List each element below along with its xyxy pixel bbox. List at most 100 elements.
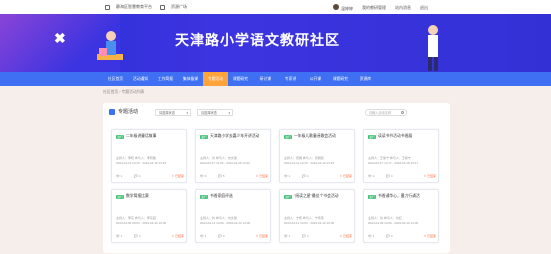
- main-nav: 社区首页 活动通知 工作简报 集体备课 专题活动 课题研究 研讨课 专家讲 公开课 课题研究 资源库: [0, 72, 551, 86]
- nav-item[interactable]: 活动通知: [128, 72, 153, 86]
- comments-count: 💬 4: [218, 234, 225, 238]
- nav-item[interactable]: 课题研究: [228, 72, 253, 86]
- views-count: 👁 1: [116, 234, 123, 238]
- nav-items: 社区首页 活动通知 工作简报 集体备课 专题活动 课题研究 研讨课 专家讲 公开课 课题研究 资源库: [103, 72, 378, 86]
- type-filter-value: 请选择状态: [201, 111, 217, 115]
- status-value: 已结束: [426, 234, 436, 238]
- card-footer: 👁 1 💬 4 ⏱ 已结束: [116, 234, 184, 238]
- platform-link[interactable]: 静海区智慧教育平台: [116, 4, 152, 10]
- panel-header: 专题活动: [109, 108, 138, 115]
- status-value: 已结束: [174, 234, 184, 238]
- views-count: 👁 1: [368, 174, 375, 178]
- activity-card[interactable]: 进行 书香诵华心，墨力行诵活主持人：刘 参与人：刘红 2024-04-09 14:0…: [363, 189, 439, 243]
- comments-count: 💬 4: [386, 234, 393, 238]
- status-text: ⏱ 已结束: [171, 234, 184, 238]
- top-bar-left: 静海区智慧教育平台 资源广场: [105, 4, 187, 10]
- home-icon[interactable]: [105, 4, 110, 10]
- card-footer: 👁 1 💬 4 ⏱ 已结束: [116, 174, 184, 178]
- activity-card[interactable]: 进行 读读书节活动书香展主持人：王紫宁 参与人：王紫宁 2024-04-17 10:…: [363, 129, 439, 183]
- comments-count: 💬 4: [386, 174, 393, 178]
- resource-square-link[interactable]: 资源广场: [171, 4, 187, 10]
- banner: ✖ 天津路小学语文教研社区: [0, 14, 551, 72]
- card-date: 2024-04-17 10:17 - 2024-04-18 10:17: [368, 161, 419, 165]
- card-title[interactable]: 天津路小学去嘉少年开讲活动: [210, 134, 268, 139]
- nav-item[interactable]: 集体备课: [178, 72, 203, 86]
- card-footer: 👁 6 💬 5 ⏱ 已结束: [200, 174, 268, 178]
- status-badge: 进行: [368, 135, 377, 139]
- nav-item[interactable]: 课题研究: [328, 72, 353, 86]
- exit-link[interactable]: 退出: [420, 5, 428, 11]
- card-title[interactable]: 一年级儿歌童谣歌会活动: [294, 134, 352, 139]
- card-title[interactable]: 书香诵华心，墨力行诵活: [378, 194, 436, 199]
- status-badge: 进行: [284, 195, 293, 199]
- card-footer: 👁 1 💬 4 ⏱ 已结束: [368, 174, 436, 178]
- card-title[interactable]: 书香家庭评选: [210, 194, 268, 199]
- card-date: 2024-04-17 11:26 - 2024-04-26 13:43: [200, 161, 250, 165]
- card-participants: 主持人：宁伟 参与人：宁伟伟: [284, 216, 324, 220]
- search-icon[interactable]: [401, 111, 404, 114]
- activity-card[interactable]: 进行 数学简报比赛 主持人：李东 参与人：李东园 2024-04-06 09:00 -…: [111, 189, 187, 243]
- status-badge: 进行: [368, 195, 377, 199]
- card-title[interactable]: 读读书节活动书香展: [378, 134, 436, 139]
- nav-item[interactable]: 专题活动: [203, 72, 228, 86]
- status-text: ⏱ 已结束: [339, 234, 352, 238]
- top-bar: 静海区智慧教育平台 资源广场 温婷婷 我的教研管理 站内消息 退出: [0, 0, 551, 14]
- breadcrumb: 社区首页 › 专题活动列表: [103, 90, 145, 94]
- status-badge: 进行: [116, 195, 125, 199]
- status-value: 已结束: [426, 174, 436, 178]
- activity-card[interactable]: 进行 二年级讲童话故事 主持人：李晓 参与人：李晓敏 2024-04-12 23:43…: [111, 129, 187, 183]
- nav-item[interactable]: 社区首页: [103, 72, 128, 86]
- views-value: 1: [204, 234, 207, 238]
- card-participants: 主持人：贾娟 参与人：贾娟凯: [284, 156, 324, 160]
- comments-value: 4: [390, 174, 393, 178]
- activity-card[interactable]: 进行 一年级儿歌童谣歌会活动主持人：贾娟 参与人：贾娟凯 2024-04-12 12…: [279, 129, 355, 183]
- search-placeholder: 请输入活动名称: [369, 111, 392, 115]
- comments-value: 4: [390, 234, 393, 238]
- status-badge: 进行: [116, 135, 125, 139]
- status-value: 已结束: [342, 174, 352, 178]
- status-filter[interactable]: 请选择状态 ▾: [155, 109, 191, 116]
- card-date: 2024-04-09 14:00 - 2024-04-10 14:00: [368, 221, 419, 225]
- card-participants: 主持人：王紫宁 参与人：王紫宁: [368, 156, 411, 160]
- user-name: 温婷婷: [341, 6, 353, 11]
- card-footer: 👁 1 💬 4 ⏱ 已结束: [284, 174, 352, 178]
- messages-link[interactable]: 站内消息: [395, 5, 411, 11]
- chevron-down-icon: ▾: [228, 111, 230, 115]
- top-bar-right: 温婷婷 我的教研管理 站内消息 退出: [333, 4, 428, 12]
- activity-card[interactable]: 进行 "阅读之星"最佳个书会活动 主持人：宁伟 参与人：宁伟伟 2024-04-12 …: [279, 189, 355, 243]
- card-title[interactable]: 数学简报比赛: [126, 194, 184, 199]
- comments-count: 💬 4: [134, 174, 141, 178]
- search-input[interactable]: 请输入活动名称: [365, 109, 407, 116]
- card-participants: 主持人：刘 参与人：刘红: [368, 216, 402, 220]
- status-text: ⏱ 已结束: [423, 174, 436, 178]
- status-text: ⏱ 已结束: [339, 174, 352, 178]
- card-participants: 主持人：刘 参与人：刘文丽: [200, 156, 237, 160]
- student-illustration-icon: [97, 31, 123, 60]
- my-studio-link[interactable]: 我的教研管理: [362, 5, 386, 11]
- status-badge: 进行: [284, 135, 293, 139]
- card-title[interactable]: 二年级讲童话故事: [126, 134, 184, 139]
- card-footer: 👁 1 💬 4 ⏱ 已结束: [284, 234, 352, 238]
- status-value: 已结束: [342, 234, 352, 238]
- card-date: 2024-04-12 23:43 - 2024-04-18 13:43: [116, 161, 167, 165]
- views-value: 1: [120, 234, 123, 238]
- grid-icon[interactable]: [160, 4, 165, 10]
- comments-value: 4: [138, 174, 141, 178]
- activity-panel: 专题活动 请选择状态 ▾ 请选择状态 ▾ 请输入活动名称 进行 二年级讲童话故事 主持人…: [103, 103, 450, 253]
- avatar: [333, 4, 339, 10]
- activity-card[interactable]: 进行 书香家庭评选 主持人：刘 参与人：刘文丽 2024-04-12 14:00 - …: [195, 189, 271, 243]
- status-badge: 进行: [200, 195, 209, 199]
- nav-item[interactable]: 资源库: [353, 72, 378, 86]
- user-menu[interactable]: 温婷婷: [333, 4, 353, 12]
- nav-item[interactable]: 公开课: [303, 72, 328, 86]
- card-title[interactable]: "阅读之星"最佳个书会活动: [294, 194, 352, 199]
- activity-card[interactable]: 进行 天津路小学去嘉少年开讲活动 主持人：刘 参与人：刘文丽 2024-04-17 1…: [195, 129, 271, 183]
- nav-item[interactable]: 工作简报: [153, 72, 178, 86]
- comments-count: 💬 5: [218, 174, 225, 178]
- views-count: 👁 6: [200, 174, 207, 178]
- card-date: 2024-04-12 12:43 - 2024-04-13 13:43: [284, 161, 335, 165]
- nav-item[interactable]: 研讨课: [253, 72, 278, 86]
- nav-item[interactable]: 专家讲: [278, 72, 303, 86]
- comments-count: 💬 4: [302, 174, 309, 178]
- type-filter[interactable]: 请选择状态 ▾: [197, 109, 233, 116]
